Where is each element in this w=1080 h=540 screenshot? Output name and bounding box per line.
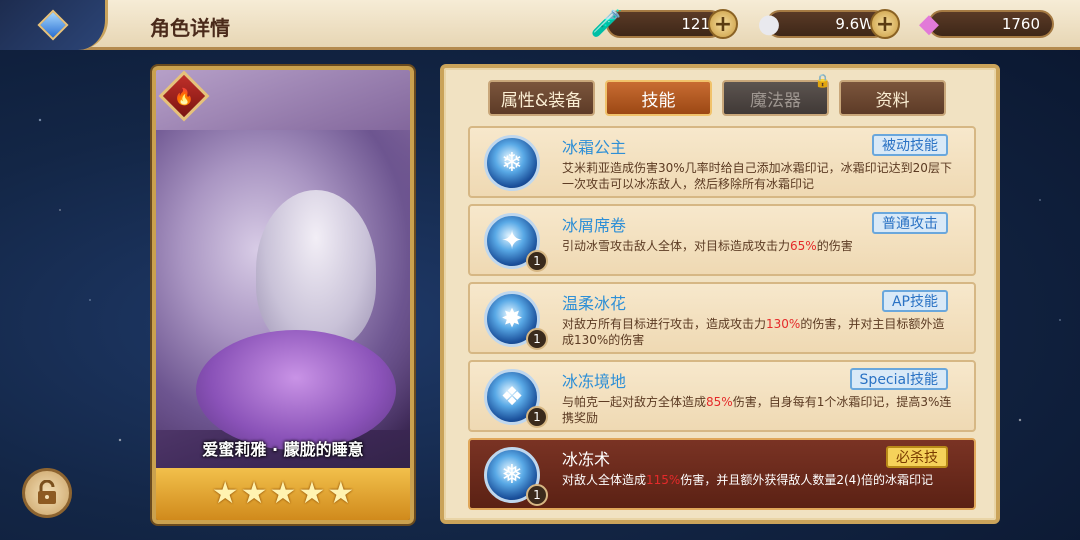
skill-type-badge: 被动技能 [872, 134, 948, 156]
tab-attributes[interactable]: 属性&装备 [488, 80, 595, 116]
skill-description: 艾米莉亚造成伤害30%几率时给自己添加冰霜印记，冰霜印记达到20层下一次攻击可以… [562, 160, 952, 192]
skill-name: 温柔冰花 [562, 294, 627, 313]
character-name: 爱蜜莉雅 · 朦胧的睡意 [202, 440, 364, 459]
top-bar: 角色详情 121 🧪 + 9.6W ● + 1760 ◆ [0, 0, 1080, 50]
tab-label: 魔法器 [750, 90, 801, 111]
skill-panel: 属性&装备 技能 魔法器 🔒 资料 ❄ 冰霜公主 被动技能 艾米莉亚造成伤害30… [440, 64, 1000, 524]
skill-type-badge: Special技能 [849, 368, 948, 390]
tab-skills[interactable]: 技能 [605, 80, 712, 116]
star-icon: ★ [211, 476, 239, 511]
desc-text: 引动冰雪攻击敌人全体，对目标造成攻击力 [562, 239, 791, 253]
tab-profile[interactable]: 资料 [839, 80, 946, 116]
page-title: 角色详情 [150, 16, 230, 40]
snowflake-icon: ❄ [484, 135, 540, 191]
lock-icon: 🔒 [814, 74, 831, 89]
add-potion-button[interactable]: + [708, 9, 738, 39]
skill-level-badge: 1 [526, 250, 548, 272]
desc-highlight: 130% [766, 317, 801, 331]
character-card[interactable]: 🔥 爱蜜莉雅 · 朦胧的睡意 ★ ★ ★ ★ ★ [152, 66, 414, 524]
potion-count: 121 [681, 15, 710, 33]
star-icon: ★ [269, 476, 297, 511]
star-icon: ★ [327, 476, 355, 511]
potion-counter: 121 [606, 10, 724, 38]
back-button[interactable] [0, 0, 108, 50]
crystal-icon: ◆ [919, 9, 939, 39]
desc-text: 对敌方所有目标进行攻击，造成攻击力 [562, 317, 767, 331]
character-art-dress [196, 330, 396, 450]
skill-description: 对敌人全体造成115%伤害，并且额外获得敌人数量2(4)倍的冰霜印记 [562, 472, 952, 488]
character-art-hair [256, 190, 376, 350]
skill-type-badge: 普通攻击 [872, 212, 948, 234]
desc-text: 伤害，并且额外获得敌人数量2(4)倍的冰霜印记 [680, 473, 933, 487]
tab-label: 属性&装备 [500, 90, 583, 111]
add-coin-button[interactable]: + [870, 9, 900, 39]
desc-text: 艾米莉亚造成伤害30%几率时给自己添加冰霜印记，冰霜印记达到20层下一次攻击可以… [562, 161, 952, 191]
tab-label: 技能 [641, 90, 676, 111]
skill-item[interactable]: ✸ 1 温柔冰花 AP技能 对敌方所有目标进行攻击，造成攻击力130%的伤害，并… [468, 282, 976, 354]
skill-type-badge: 必杀技 [886, 446, 948, 468]
desc-highlight: 115% [646, 473, 681, 487]
coin-icon: ● [757, 9, 781, 39]
unlock-icon [38, 480, 56, 504]
skill-name: 冰冻境地 [562, 372, 627, 391]
skill-level-badge: 1 [526, 484, 548, 506]
crystal-counter: 1760 [928, 10, 1054, 38]
skill-description: 引动冰雪攻击敌人全体，对目标造成攻击力65%的伤害 [562, 238, 952, 254]
coin-count: 9.6W [835, 15, 874, 33]
desc-highlight: 65% [790, 239, 817, 253]
skill-description: 与帕克一起对敌方全体造成85%伤害，自身每有1个冰霜印记，提高3%连携奖励 [562, 394, 952, 426]
tab-label: 资料 [875, 90, 910, 111]
fire-icon: 🔥 [158, 70, 210, 122]
star-rating: ★ ★ ★ ★ ★ [156, 468, 410, 520]
skill-item[interactable]: ❖ 1 冰冻境地 Special技能 与帕克一起对敌方全体造成85%伤害，自身每… [468, 360, 976, 432]
star-icon: ★ [298, 476, 326, 511]
lock-button[interactable] [22, 468, 72, 518]
skill-list: ❄ 冰霜公主 被动技能 艾米莉亚造成伤害30%几率时给自己添加冰霜印记，冰霜印记… [468, 126, 976, 516]
skill-type-badge: AP技能 [881, 290, 948, 312]
skill-level-badge: 1 [526, 328, 548, 350]
skill-item[interactable]: ❄ 冰霜公主 被动技能 艾米莉亚造成伤害30%几率时给自己添加冰霜印记，冰霜印记… [468, 126, 976, 198]
skill-level-badge: 1 [526, 406, 548, 428]
skill-name: 冰屑席卷 [562, 216, 627, 235]
diamond-icon [36, 9, 69, 41]
desc-highlight: 85% [706, 395, 733, 409]
skill-name: 冰冻术 [562, 450, 611, 469]
desc-text: 的伤害 [816, 239, 853, 253]
desc-text: 与帕克一起对敌方全体造成 [562, 395, 707, 409]
tab-bar: 属性&装备 技能 魔法器 🔒 资料 [488, 74, 946, 116]
crystal-count: 1760 [1001, 15, 1040, 33]
skill-name: 冰霜公主 [562, 138, 627, 157]
desc-text: 对敌人全体造成 [562, 473, 647, 487]
tab-magic-item[interactable]: 魔法器 🔒 [722, 74, 831, 116]
star-icon: ★ [240, 476, 268, 511]
skill-description: 对敌方所有目标进行攻击，造成攻击力130%的伤害，并对主目标额外造成130%的伤… [562, 316, 952, 348]
skill-item[interactable]: ✦ 1 冰屑席卷 普通攻击 引动冰雪攻击敌人全体，对目标造成攻击力65%的伤害 [468, 204, 976, 276]
skill-item-selected[interactable]: ❅ 1 冰冻术 必杀技 对敌人全体造成115%伤害，并且额外获得敌人数量2(4)… [468, 438, 976, 510]
potion-icon: 🧪 [590, 9, 624, 39]
